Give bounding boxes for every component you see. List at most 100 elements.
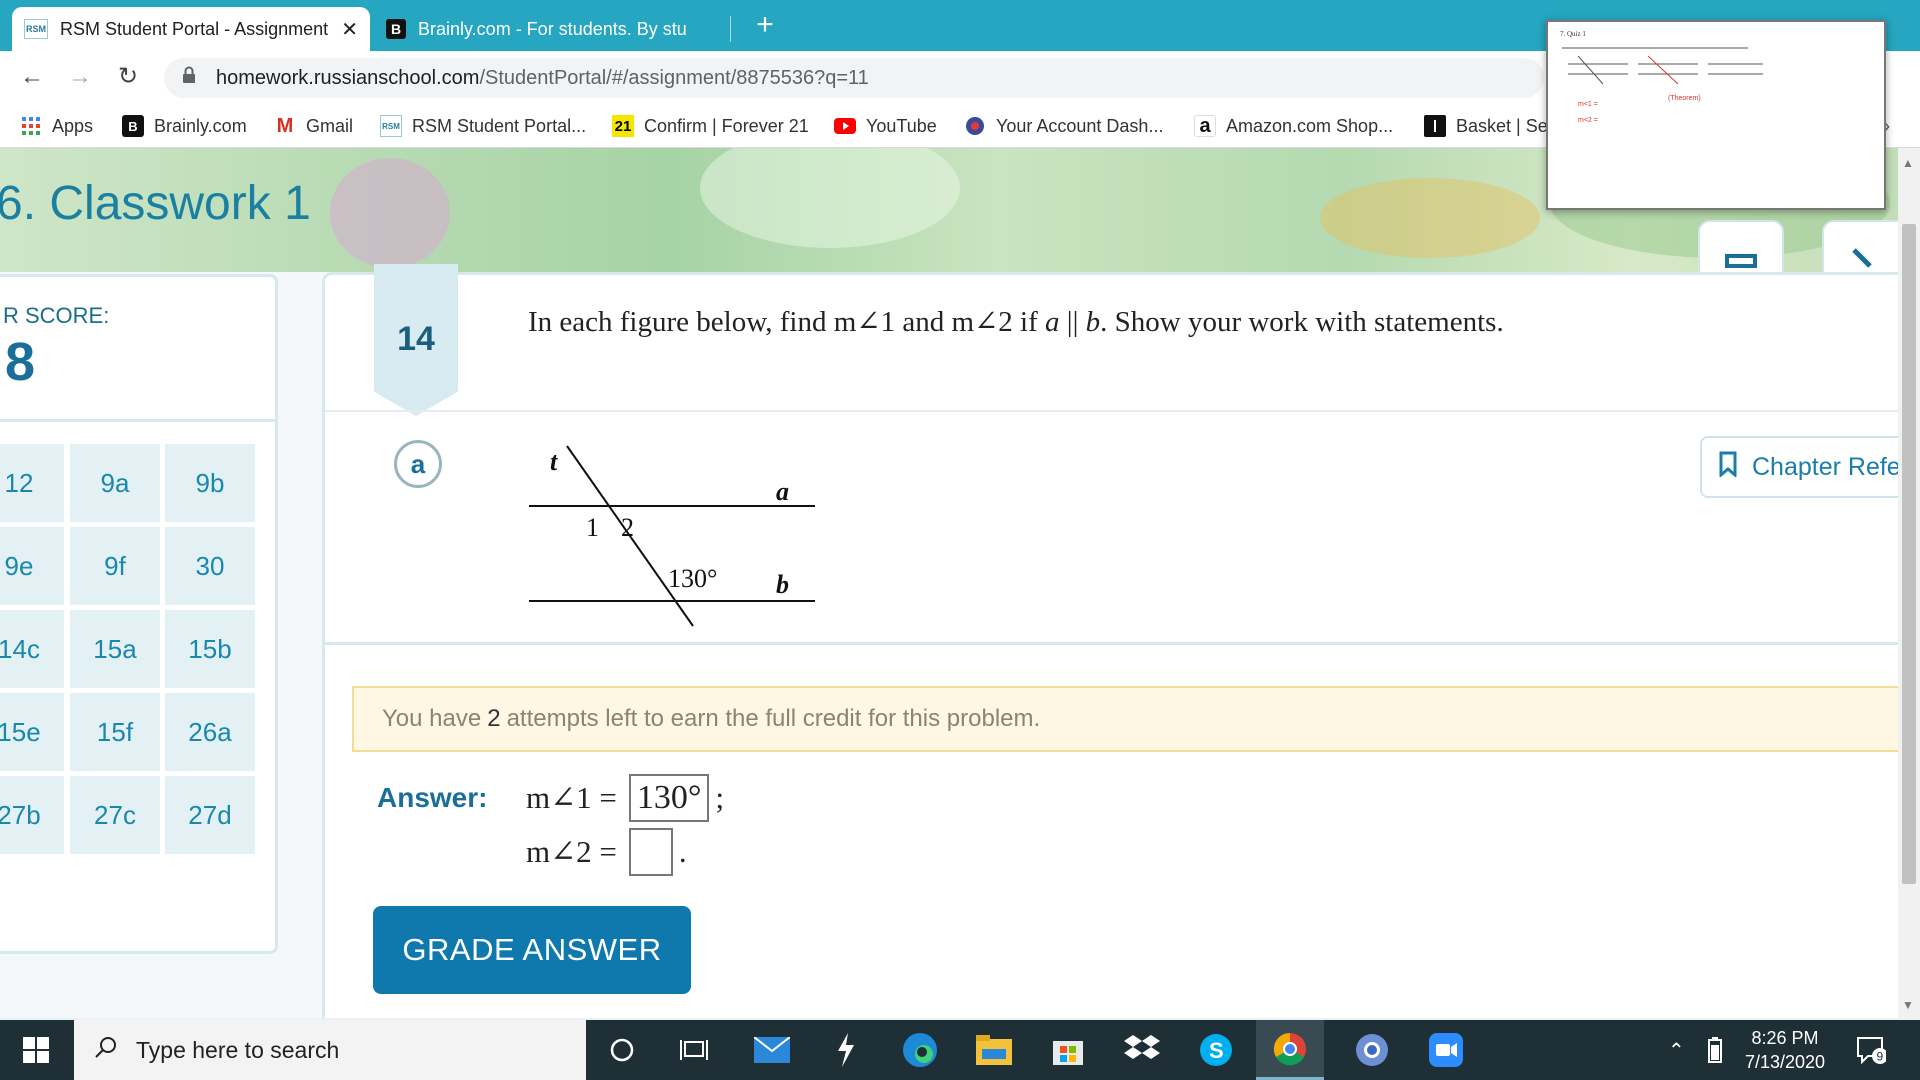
score-value: 8 <box>5 332 36 392</box>
cortana-icon[interactable] <box>588 1020 656 1080</box>
label-t: t <box>550 447 558 476</box>
skype-icon[interactable]: S <box>1182 1020 1250 1080</box>
statement-text: . Show your work with statements. <box>1100 306 1504 338</box>
bookmark-gmail[interactable]: M Gmail <box>274 112 353 140</box>
bookmark-label: RSM Student Portal... <box>412 115 587 136</box>
bookmark-account-dashboard[interactable]: Your Account Dash... <box>964 112 1163 140</box>
angle1-input[interactable]: 130° <box>628 774 710 822</box>
bookmark-icon <box>1718 451 1738 484</box>
parallel-symbol: || <box>1059 306 1086 338</box>
bookmark-basket[interactable]: Basket | Se <box>1424 112 1548 140</box>
problem-cell[interactable]: 27c <box>70 776 160 854</box>
answer-line-1: m∠1 = 130° ; <box>526 774 724 822</box>
grade-answer-button[interactable]: GRADE ANSWER <box>373 906 691 994</box>
bookmark-forever21[interactable]: 21 Confirm | Forever 21 <box>612 112 809 140</box>
bookmark-label: Confirm | Forever 21 <box>644 115 809 136</box>
bookmark-brainly[interactable]: B Brainly.com <box>122 112 247 140</box>
chapter-reference-button[interactable]: Chapter Refe <box>1700 436 1920 498</box>
back-arrow-icon[interactable]: ← <box>16 61 48 93</box>
show-hidden-icons[interactable]: ⌃ <box>1668 1020 1685 1080</box>
angle1-label: m∠1 = <box>526 780 617 815</box>
label-angle-1: 1 <box>586 513 599 542</box>
problem-cell[interactable]: 9a <box>70 444 160 522</box>
page-scrollbar[interactable]: ▲ ▼ <box>1898 148 1920 1018</box>
rsm-favicon-icon: RSM <box>24 19 48 39</box>
problem-cell[interactable]: 15e <box>0 693 64 771</box>
problem-cell[interactable]: 15a <box>70 610 160 688</box>
problem-cell[interactable]: 14c <box>0 610 64 688</box>
label-angle-2: 2 <box>621 513 634 542</box>
chrome-secondary-icon[interactable] <box>1338 1020 1406 1080</box>
problem-cell[interactable]: 12 <box>0 444 64 522</box>
address-bar[interactable]: homework.russianschool.com/StudentPortal… <box>164 58 1544 98</box>
statement-text: In each figure below, find m∠1 and m∠2 i… <box>528 306 1046 338</box>
tab-title: RSM Student Portal - Assignment <box>60 18 329 39</box>
basket-icon <box>1424 115 1446 137</box>
answer-label: Answer: <box>377 782 488 813</box>
chrome-icon[interactable] <box>1256 1020 1324 1080</box>
preview-caption: 7. Quiz 1 <box>1560 30 1586 38</box>
problem-cell[interactable]: 15f <box>70 693 160 771</box>
problem-cell[interactable]: 9e <box>0 527 64 605</box>
tab-brainly[interactable]: B Brainly.com - For students. By stu <box>374 7 730 51</box>
rsm-icon: RSM <box>380 115 402 137</box>
problem-cell[interactable]: 27d <box>165 776 255 854</box>
dropbox-icon[interactable] <box>1108 1020 1176 1080</box>
search-placeholder: Type here to search <box>136 1036 340 1063</box>
zoom-icon[interactable] <box>1412 1020 1480 1080</box>
preview-content-icon: m<1 = m<2 = (Theorem) <box>1562 47 1763 124</box>
battery-icon[interactable] <box>1708 1020 1722 1080</box>
reload-icon[interactable]: ↻ <box>112 61 144 93</box>
taskbar-search[interactable]: Type here to search <box>74 1020 586 1080</box>
tab-separator <box>730 16 731 42</box>
bookmark-amazon[interactable]: a Amazon.com Shop... <box>1194 112 1393 140</box>
microsoft-store-icon[interactable] <box>1034 1020 1102 1080</box>
bookmark-label: Brainly.com <box>154 115 247 136</box>
banner-highlight <box>700 148 960 248</box>
lock-icon <box>182 66 198 90</box>
scroll-down-icon[interactable]: ▼ <box>1902 998 1914 1012</box>
label-given-angle: 130° <box>668 564 717 593</box>
windows-start-icon[interactable] <box>0 1020 72 1080</box>
scroll-thumb[interactable] <box>1902 224 1916 884</box>
problem-cell[interactable]: 27b <box>0 776 64 854</box>
close-tab-icon[interactable]: ✕ <box>341 17 358 42</box>
brainly-icon: B <box>122 115 144 137</box>
angle2-input[interactable] <box>628 828 673 876</box>
problem-cell[interactable]: 9f <box>70 527 160 605</box>
svg-text:(Theorem): (Theorem) <box>1668 95 1701 102</box>
problem-number: 14 <box>397 320 435 358</box>
problem-cell[interactable]: 15b <box>165 610 255 688</box>
mail-icon[interactable] <box>738 1020 806 1080</box>
scroll-up-icon[interactable]: ▲ <box>1902 156 1914 170</box>
edge-browser-icon[interactable] <box>886 1020 954 1080</box>
answer-line-2: m∠2 = . <box>526 828 687 876</box>
problem-cell[interactable]: 30 <box>165 527 255 605</box>
url-host: homework.russianschool.com <box>216 66 480 89</box>
bookmark-rsm[interactable]: RSM RSM Student Portal... <box>380 112 586 140</box>
notifications-icon[interactable]: 9 <box>1856 1020 1886 1080</box>
tab-title: Brainly.com - For students. By stu <box>418 18 687 39</box>
problem-cell[interactable]: 26a <box>165 693 255 771</box>
bookmark-label: Amazon.com Shop... <box>1226 115 1394 136</box>
tab-preview-thumbnail[interactable]: 7. Quiz 1 m<1 = m<2 = (Theorem) <box>1546 20 1886 210</box>
youtube-icon <box>834 115 856 137</box>
bookmark-youtube[interactable]: YouTube <box>834 112 937 140</box>
task-view-icon[interactable] <box>660 1020 728 1080</box>
file-explorer-icon[interactable] <box>960 1020 1028 1080</box>
new-tab-button[interactable]: + <box>750 8 780 42</box>
bookmark-apps[interactable]: Apps <box>20 112 93 140</box>
forward-arrow-icon[interactable]: → <box>64 61 96 93</box>
system-clock[interactable]: 8:26 PM 7/13/2020 <box>1730 1026 1840 1074</box>
attempts-text: You have <box>382 705 482 732</box>
problem-cell[interactable]: 9b <box>165 444 255 522</box>
search-icon <box>94 1035 118 1066</box>
parallel-lines-figure: t a b 1 2 130° <box>529 445 815 627</box>
windows-taskbar: Type here to search S ⌃ 8:26 PM 7/13/202… <box>0 1020 1920 1080</box>
divider <box>325 642 1920 645</box>
bookmark-label: Basket | Se <box>1456 115 1548 136</box>
label-b: b <box>776 570 789 599</box>
problem-statement: In each figure below, find m∠1 and m∠2 i… <box>528 304 1504 339</box>
tab-rsm-student-portal[interactable]: RSM RSM Student Portal - Assignment ✕ <box>12 7 370 51</box>
bolt-app-icon[interactable] <box>812 1020 880 1080</box>
